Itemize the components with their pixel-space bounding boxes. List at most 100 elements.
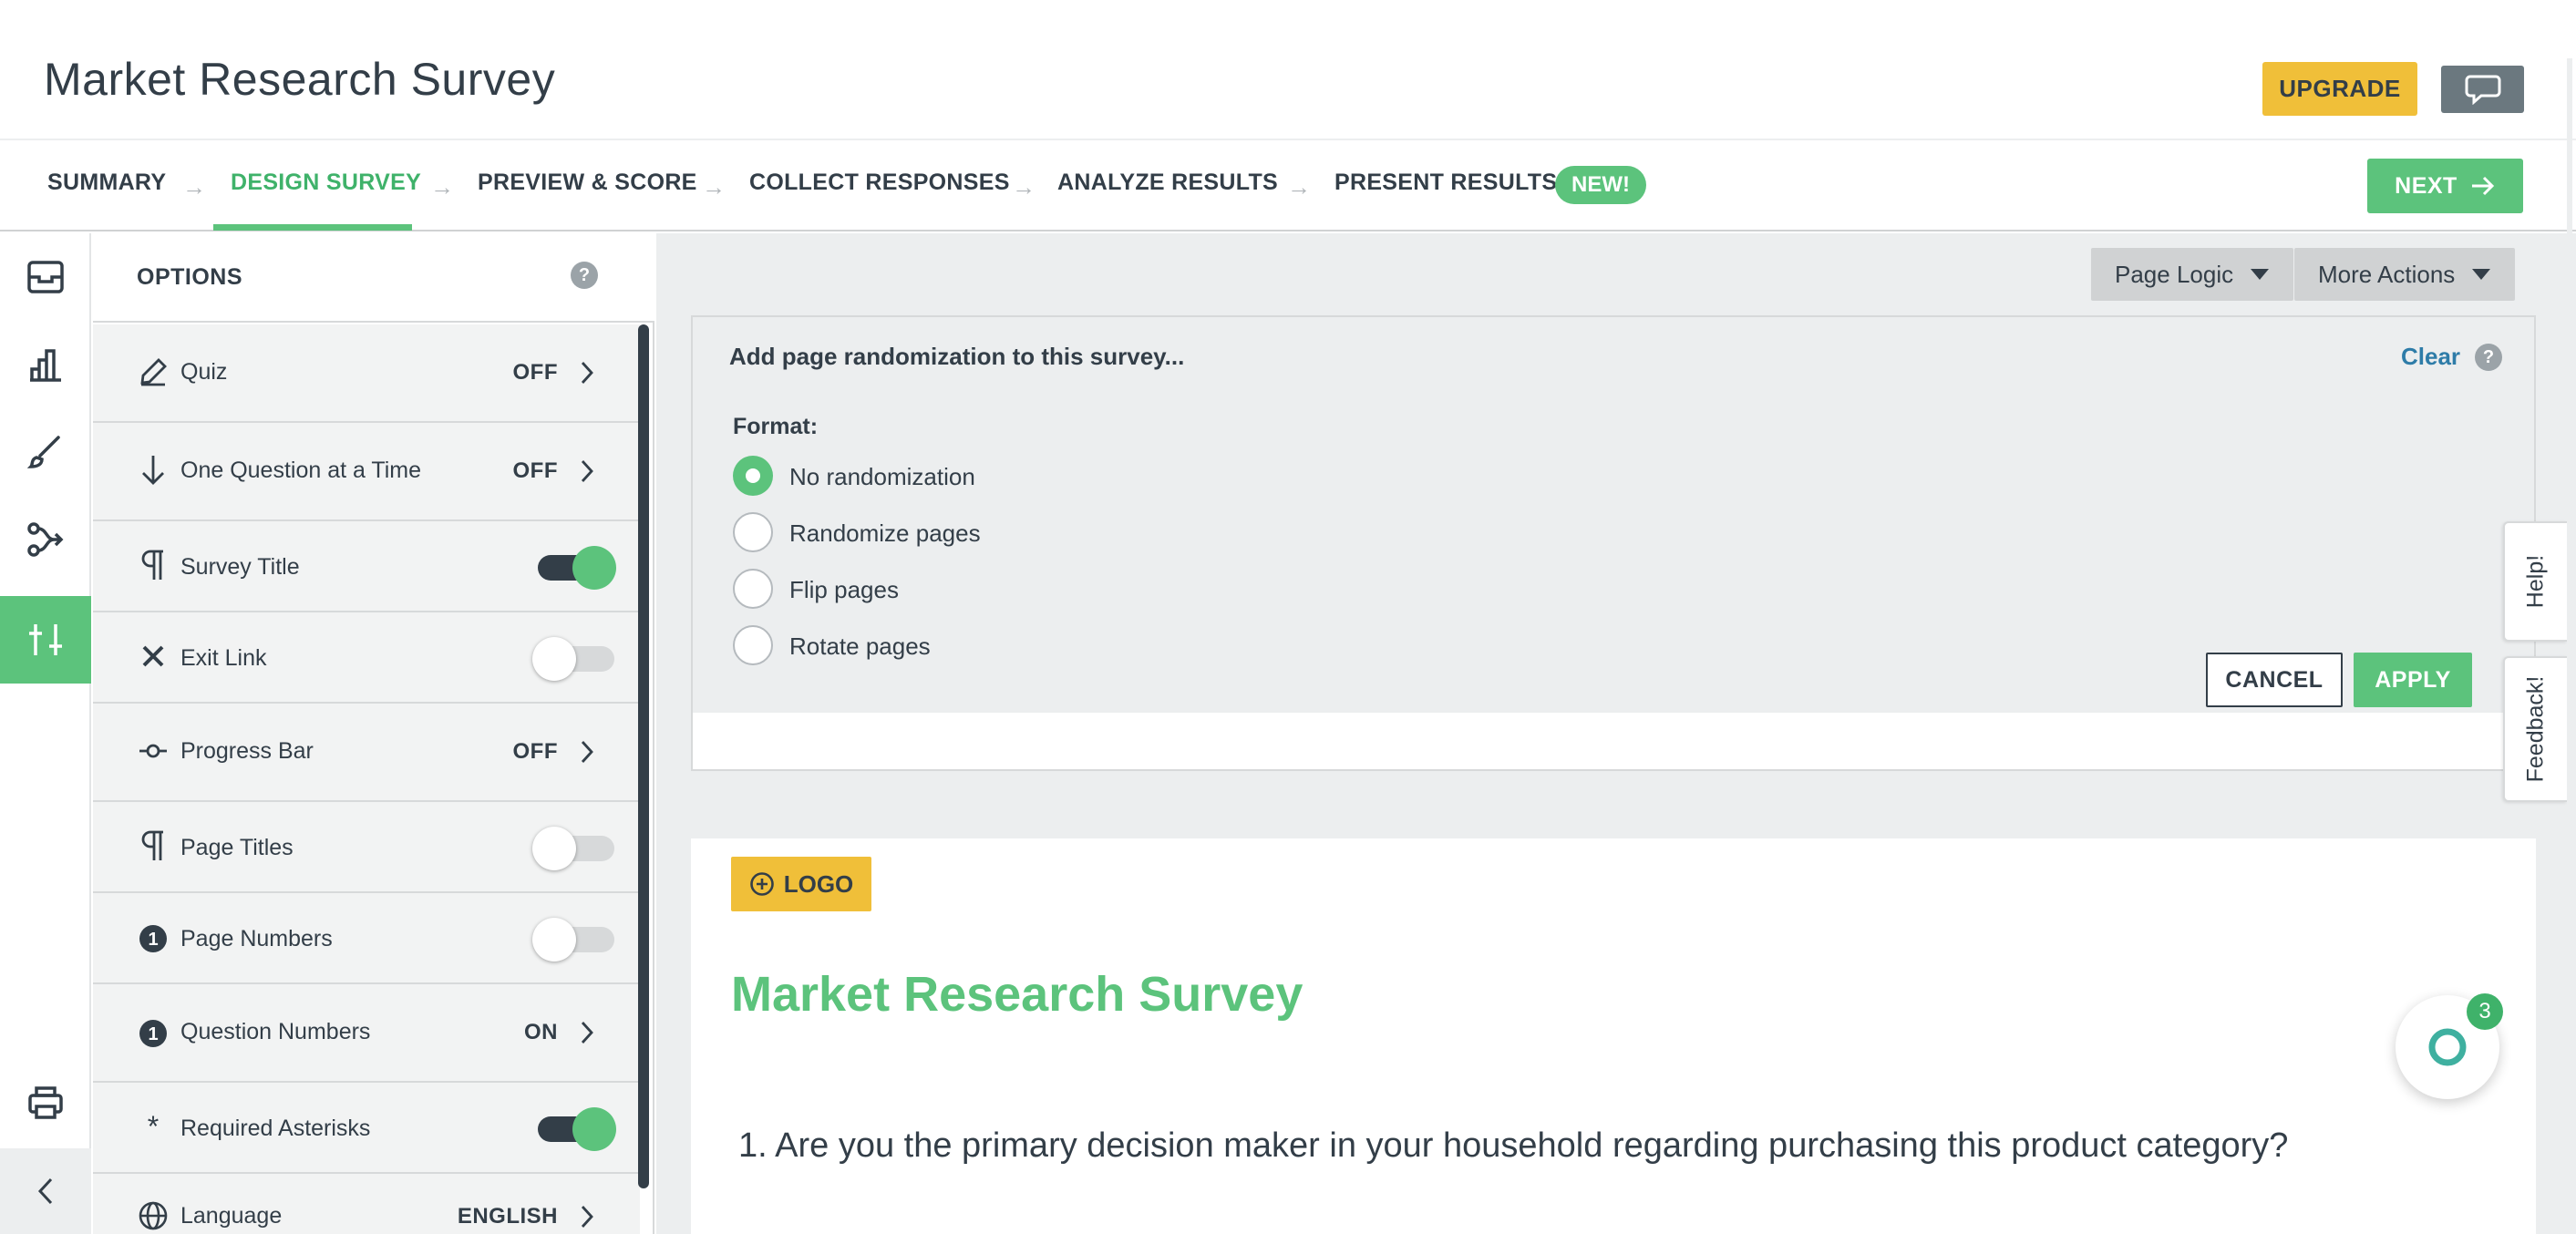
option-row-question-numbers[interactable]: 1 Question Numbers ON (93, 984, 640, 1083)
inbox-icon (27, 261, 64, 293)
add-logo-button[interactable]: LOGO (731, 857, 871, 911)
collapse-rail-button[interactable] (0, 1148, 91, 1234)
radio-flip-pages[interactable] (733, 569, 773, 609)
speech-bubble-icon (2465, 75, 2500, 105)
option-label: One Question at a Time (180, 458, 422, 483)
radio-randomize-pages[interactable] (733, 512, 773, 552)
active-step-indicator (213, 224, 412, 231)
survey-title-toggle[interactable] (534, 546, 616, 590)
option-row-page-numbers: 1 Page Numbers (93, 893, 640, 984)
caret-down-icon (2472, 269, 2491, 280)
chevron-right-icon (581, 1022, 593, 1044)
notification-badge: 3 (2467, 993, 2503, 1030)
question-text[interactable]: 1. Are you the primary decision maker in… (738, 1126, 2288, 1166)
top-bar: Market Research Survey UPGRADE (0, 0, 2576, 140)
radio-label[interactable]: Rotate pages (789, 632, 931, 661)
options-scrollbar[interactable] (638, 324, 649, 1188)
options-help-icon[interactable]: ? (571, 262, 598, 289)
rail-item-builder[interactable] (0, 321, 91, 408)
option-value: OFF (512, 739, 558, 764)
bar-chart-icon (30, 349, 61, 382)
paragraph-icon (137, 829, 170, 862)
next-button[interactable]: NEXT (2367, 159, 2523, 213)
option-row-language[interactable]: Language ENGLISH (93, 1174, 640, 1234)
more-actions-button[interactable]: More Actions (2294, 248, 2516, 301)
radio-label[interactable]: Flip pages (789, 576, 899, 604)
required-asterisks-toggle[interactable] (534, 1107, 616, 1151)
randomization-help-icon[interactable]: ? (2475, 344, 2502, 371)
step-analyze-results[interactable]: ANALYZE RESULTS (1057, 170, 1278, 196)
caret-down-icon (2251, 269, 2270, 280)
options-panel: OPTIONS ? Quiz OFF One Question at a Tim… (93, 233, 654, 1234)
page-titles-toggle[interactable] (532, 827, 614, 870)
rail-item-logic[interactable] (0, 496, 91, 583)
svg-text:1: 1 (148, 1024, 158, 1044)
step-arrow-icon: → (1012, 173, 1036, 201)
sliders-icon (29, 624, 62, 655)
new-badge: NEW! (1555, 166, 1646, 204)
option-value: OFF (512, 360, 558, 385)
option-value: ON (524, 1020, 558, 1044)
survey-canvas: LOGO Market Research Survey 1. Are you t… (691, 838, 2536, 1234)
comments-button[interactable] (2441, 66, 2524, 113)
option-row-exit-link: Exit Link (93, 612, 640, 704)
page-logic-button[interactable]: Page Logic (2091, 248, 2294, 301)
option-label: Exit Link (180, 645, 267, 671)
left-rail (0, 233, 91, 1234)
radio-label[interactable]: Randomize pages (789, 519, 981, 548)
number-one-icon: 1 (137, 922, 170, 955)
help-tab-label: Help! (2522, 554, 2549, 609)
step-design-survey[interactable]: DESIGN SURVEY (231, 170, 421, 196)
globe-icon (137, 1199, 170, 1232)
rail-item-question-bank[interactable] (0, 233, 91, 321)
radio-rotate-pages[interactable] (733, 625, 773, 665)
option-row-quiz[interactable]: Quiz OFF (93, 324, 640, 423)
radio-label[interactable]: No randomization (789, 463, 975, 491)
step-preview-score[interactable]: PREVIEW & SCORE (478, 170, 697, 196)
cancel-button[interactable]: CANCEL (2206, 653, 2343, 707)
options-heading: OPTIONS (137, 264, 243, 290)
page-numbers-toggle[interactable] (532, 918, 614, 961)
feedback-tab[interactable]: Feedback! (2503, 656, 2567, 802)
step-arrow-icon: → (702, 173, 726, 201)
help-tab[interactable]: Help! (2503, 521, 2567, 642)
paintbrush-icon (27, 436, 60, 468)
radio-no-randomization[interactable] (733, 456, 773, 496)
exit-link-toggle[interactable] (532, 637, 614, 681)
logic-branch-icon (27, 522, 64, 557)
format-label: Format: (733, 414, 819, 439)
step-summary[interactable]: SUMMARY (47, 170, 166, 196)
option-row-progress-bar[interactable]: Progress Bar OFF (93, 704, 640, 802)
arrow-down-icon (137, 454, 170, 487)
more-actions-label: More Actions (2318, 260, 2456, 288)
next-label: NEXT (2395, 172, 2458, 199)
option-row-required-asterisks: * Required Asterisks (93, 1083, 640, 1174)
option-row-one-question[interactable]: One Question at a Time OFF (93, 423, 640, 521)
survey-canvas-title[interactable]: Market Research Survey (731, 966, 1303, 1023)
main-area: Page Logic More Actions Add page randomi… (656, 233, 2576, 1234)
page-scrollbar[interactable] (2567, 58, 2572, 1234)
progress-icon (137, 735, 170, 767)
rail-item-print[interactable] (0, 1059, 91, 1147)
chat-ring-icon (2428, 1028, 2467, 1066)
rail-item-style[interactable] (0, 408, 91, 496)
arrow-right-icon (2471, 176, 2494, 196)
option-label: Language (180, 1203, 283, 1229)
step-present-results[interactable]: PRESENT RESULTS (1334, 170, 1557, 196)
option-row-survey-title: Survey Title (93, 521, 640, 612)
page-title: Market Research Survey (44, 54, 556, 105)
step-arrow-icon: → (1287, 173, 1311, 201)
step-collect-responses[interactable]: COLLECT RESPONSES (749, 170, 1010, 196)
upgrade-button[interactable]: UPGRADE (2262, 62, 2417, 116)
svg-text:1: 1 (148, 930, 158, 950)
option-label: Survey Title (180, 554, 300, 580)
clear-link[interactable]: Clear (2401, 343, 2460, 371)
option-row-page-titles: Page Titles (93, 802, 640, 893)
rail-item-options[interactable] (0, 596, 91, 684)
close-icon (137, 640, 170, 673)
step-arrow-icon: → (182, 173, 206, 201)
option-label: Page Numbers (180, 926, 333, 951)
option-value: ENGLISH (457, 1204, 558, 1229)
apply-button[interactable]: APPLY (2354, 653, 2472, 707)
option-label: Quiz (180, 359, 228, 385)
